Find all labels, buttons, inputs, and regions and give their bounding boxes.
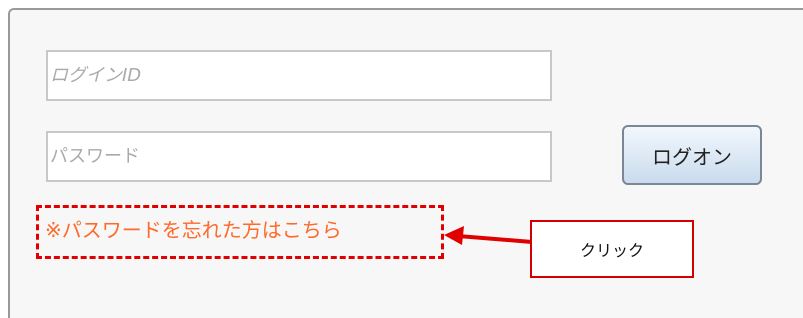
callout-arrow [444, 226, 533, 245]
login-id-input[interactable] [46, 50, 552, 101]
forgot-password-link[interactable]: ※パスワードを忘れた方はこちら [45, 215, 342, 245]
click-callout: クリック [530, 220, 694, 278]
logon-button[interactable]: ログオン [622, 125, 762, 185]
callout-arrow-head [444, 226, 464, 245]
callout-arrow-line [457, 234, 533, 244]
click-callout-label: クリック [579, 241, 644, 260]
password-input[interactable] [46, 131, 552, 182]
